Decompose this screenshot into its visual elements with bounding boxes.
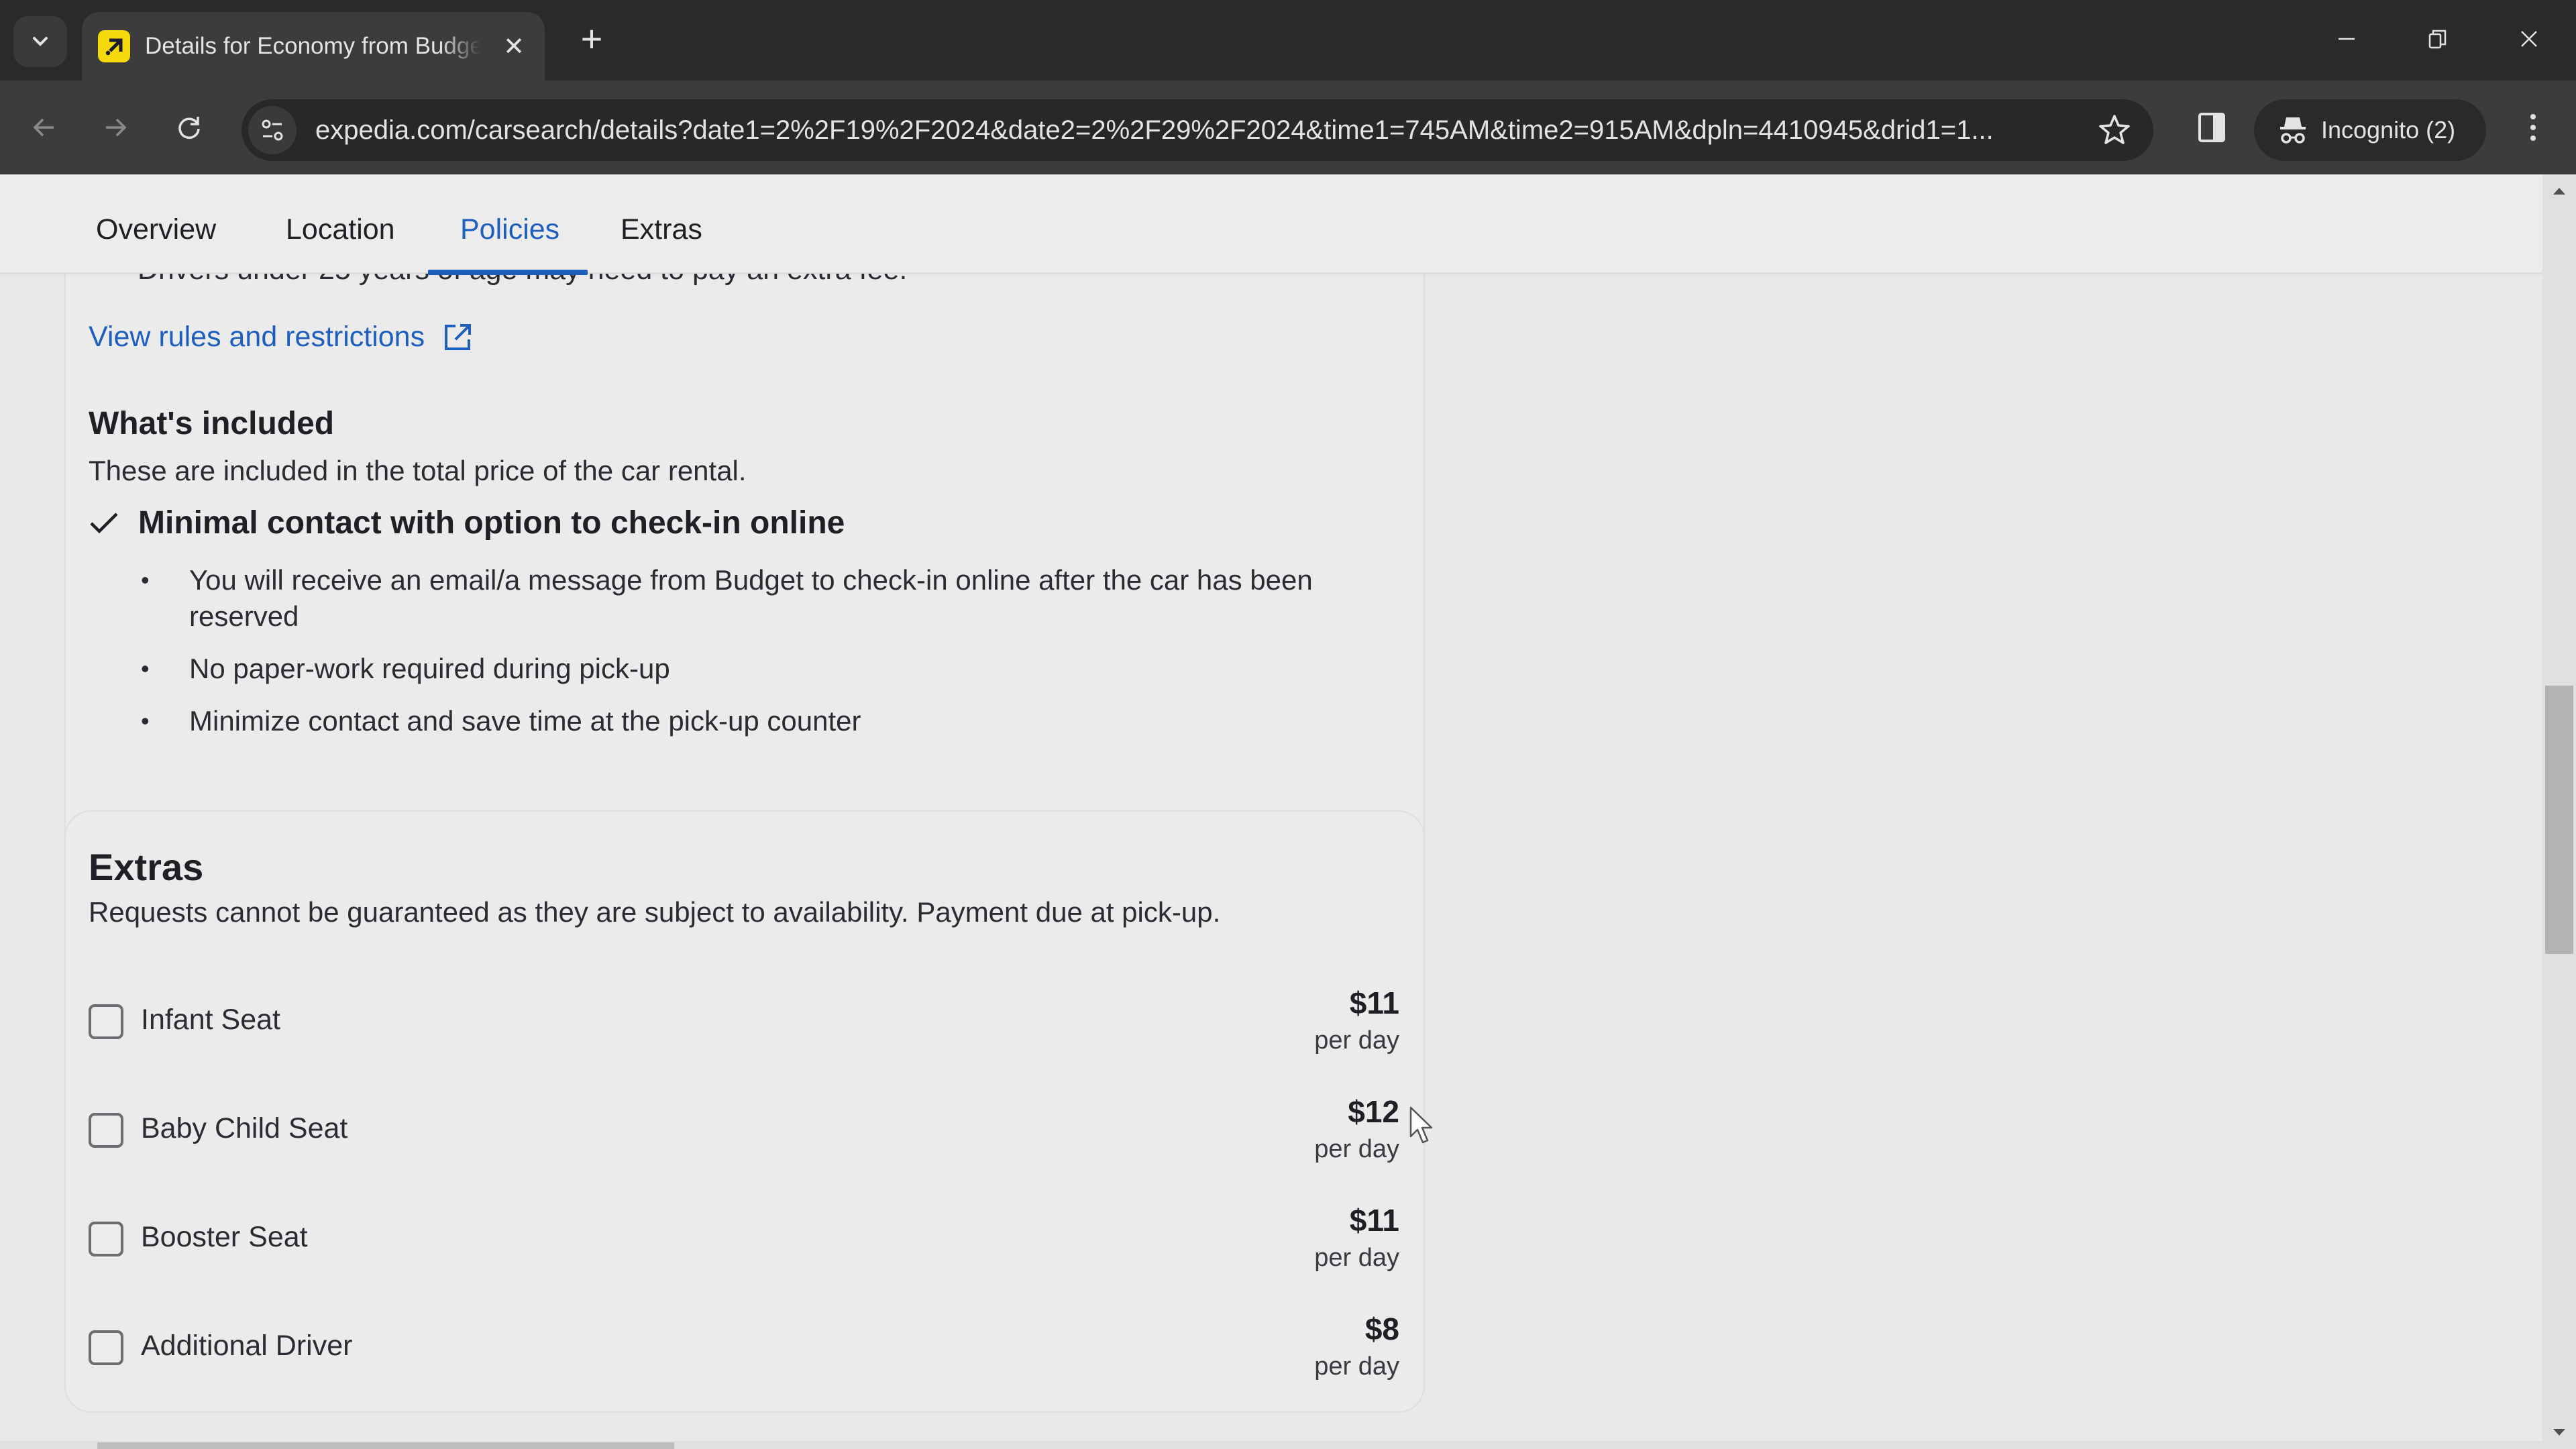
new-tab-button[interactable]: + <box>570 19 613 62</box>
included-feature: Minimal contact with option to check-in … <box>89 504 845 541</box>
reload-icon <box>178 117 200 139</box>
view-rules-link[interactable]: View rules and restrictions <box>89 321 473 354</box>
extra-item-unit: per day <box>1314 1352 1399 1381</box>
close-window-button[interactable] <box>2502 17 2556 60</box>
incognito-label: Incognito (2) <box>2321 116 2456 144</box>
tune-icon <box>262 119 283 141</box>
tab-search-button[interactable] <box>13 16 67 67</box>
extra-item-infant-seat[interactable]: Infant Seat $11 per day <box>89 985 1399 1073</box>
extra-item-unit: per day <box>1314 1244 1399 1272</box>
details-subnav: Overview Location Policies Extras <box>0 174 2542 275</box>
bullet-item: Minimize contact and save time at the pi… <box>141 703 1348 739</box>
extra-item-price: $8 <box>1364 1311 1399 1346</box>
extra-item-price: $11 <box>1349 985 1399 1020</box>
address-bar[interactable]: expedia.com/carsearch/details?date1=2%2F… <box>241 99 2153 161</box>
subnav-tab-overview[interactable]: Overview <box>96 213 216 246</box>
vertical-scrollbar[interactable] <box>2542 174 2576 1449</box>
browser-titlebar: Details for Economy from Budget ✕ + <box>0 0 2576 80</box>
star-icon <box>2099 115 2130 144</box>
bookmark-button[interactable] <box>2096 111 2133 149</box>
close-icon <box>2521 31 2537 47</box>
included-feature-label: Minimal contact with option to check-in … <box>138 505 845 541</box>
tab-close-icon[interactable]: ✕ <box>500 32 527 62</box>
extra-item-price: $12 <box>1348 1094 1399 1129</box>
minimize-icon <box>2339 38 2355 40</box>
arrow-left-icon <box>33 118 54 137</box>
restore-button[interactable] <box>2411 17 2465 60</box>
site-info-button[interactable] <box>248 106 297 154</box>
subnav-tab-location[interactable]: Location <box>286 213 395 246</box>
infant-seat-checkbox[interactable] <box>89 1004 123 1039</box>
horizontal-scrollbar-thumb[interactable] <box>97 1442 674 1449</box>
chevron-down-icon <box>33 37 48 46</box>
extra-item-additional-driver[interactable]: Additional Driver $8 per day <box>89 1311 1399 1399</box>
baby-child-seat-checkbox[interactable] <box>89 1113 123 1148</box>
extra-item-unit: per day <box>1314 1026 1399 1055</box>
view-rules-label: View rules and restrictions <box>89 321 425 353</box>
browser-tab-active[interactable]: Details for Economy from Budget ✕ <box>82 12 545 80</box>
side-panel-button[interactable] <box>2190 106 2233 149</box>
plus-icon: + <box>580 17 603 60</box>
external-link-icon <box>445 323 472 350</box>
extras-subtitle: Requests cannot be guaranteed as they ar… <box>89 896 1221 928</box>
booster-seat-checkbox[interactable] <box>89 1222 123 1256</box>
incognito-icon <box>2280 117 2306 144</box>
minimize-button[interactable] <box>2320 17 2373 60</box>
subnav-tab-extras[interactable]: Extras <box>621 213 702 246</box>
additional-driver-checkbox[interactable] <box>89 1330 123 1365</box>
subnav-tab-policies[interactable]: Policies <box>460 213 559 246</box>
vertical-scrollbar-thumb[interactable] <box>2545 686 2573 954</box>
url-text[interactable]: expedia.com/carsearch/details?date1=2%2F… <box>315 115 2059 146</box>
page-viewport: Overview Location Policies Extras Driver… <box>0 174 2542 1449</box>
extra-item-price: $11 <box>1349 1203 1399 1238</box>
extra-item-unit: per day <box>1314 1135 1399 1163</box>
incognito-button[interactable]: Incognito (2) <box>2254 99 2486 161</box>
browser-menu-button[interactable] <box>2514 106 2552 149</box>
scroll-down-arrow-icon[interactable] <box>2551 1424 2568 1441</box>
bullet-item: You will receive an email/a message from… <box>141 562 1348 635</box>
scroll-up-arrow-icon[interactable] <box>2551 182 2568 200</box>
horizontal-scrollbar[interactable] <box>0 1441 2542 1449</box>
back-button[interactable] <box>23 106 66 149</box>
extra-item-label: Additional Driver <box>141 1330 353 1362</box>
restore-icon <box>2428 30 2447 49</box>
extra-item-label: Booster Seat <box>141 1221 308 1253</box>
whats-included-subtitle: These are included in the total price of… <box>89 455 747 486</box>
included-feature-bullets: You will receive an email/a message from… <box>141 562 1348 755</box>
active-tab-indicator <box>428 270 588 275</box>
reload-button[interactable] <box>168 106 211 149</box>
arrow-right-icon <box>106 118 127 137</box>
checkmark-icon <box>90 512 118 533</box>
extra-item-label: Infant Seat <box>141 1004 280 1036</box>
extra-item-booster-seat[interactable]: Booster Seat $11 per day <box>89 1203 1399 1291</box>
browser-toolbar: expedia.com/carsearch/details?date1=2%2F… <box>0 80 2576 174</box>
extra-item-baby-child-seat[interactable]: Baby Child Seat $12 per day <box>89 1094 1399 1182</box>
forward-button[interactable] <box>94 106 137 149</box>
extras-heading: Extras <box>89 846 204 888</box>
bullet-item: No paper-work required during pick-up <box>141 651 1348 687</box>
side-panel-icon <box>2198 113 2225 142</box>
whats-included-heading: What's included <box>89 406 335 441</box>
expedia-favicon-icon <box>98 30 130 62</box>
extra-item-label: Baby Child Seat <box>141 1112 348 1144</box>
tab-title: Details for Economy from Budget <box>145 33 480 59</box>
mouse-cursor-icon <box>1409 1106 1433 1144</box>
more-vertical-icon <box>2530 114 2536 141</box>
